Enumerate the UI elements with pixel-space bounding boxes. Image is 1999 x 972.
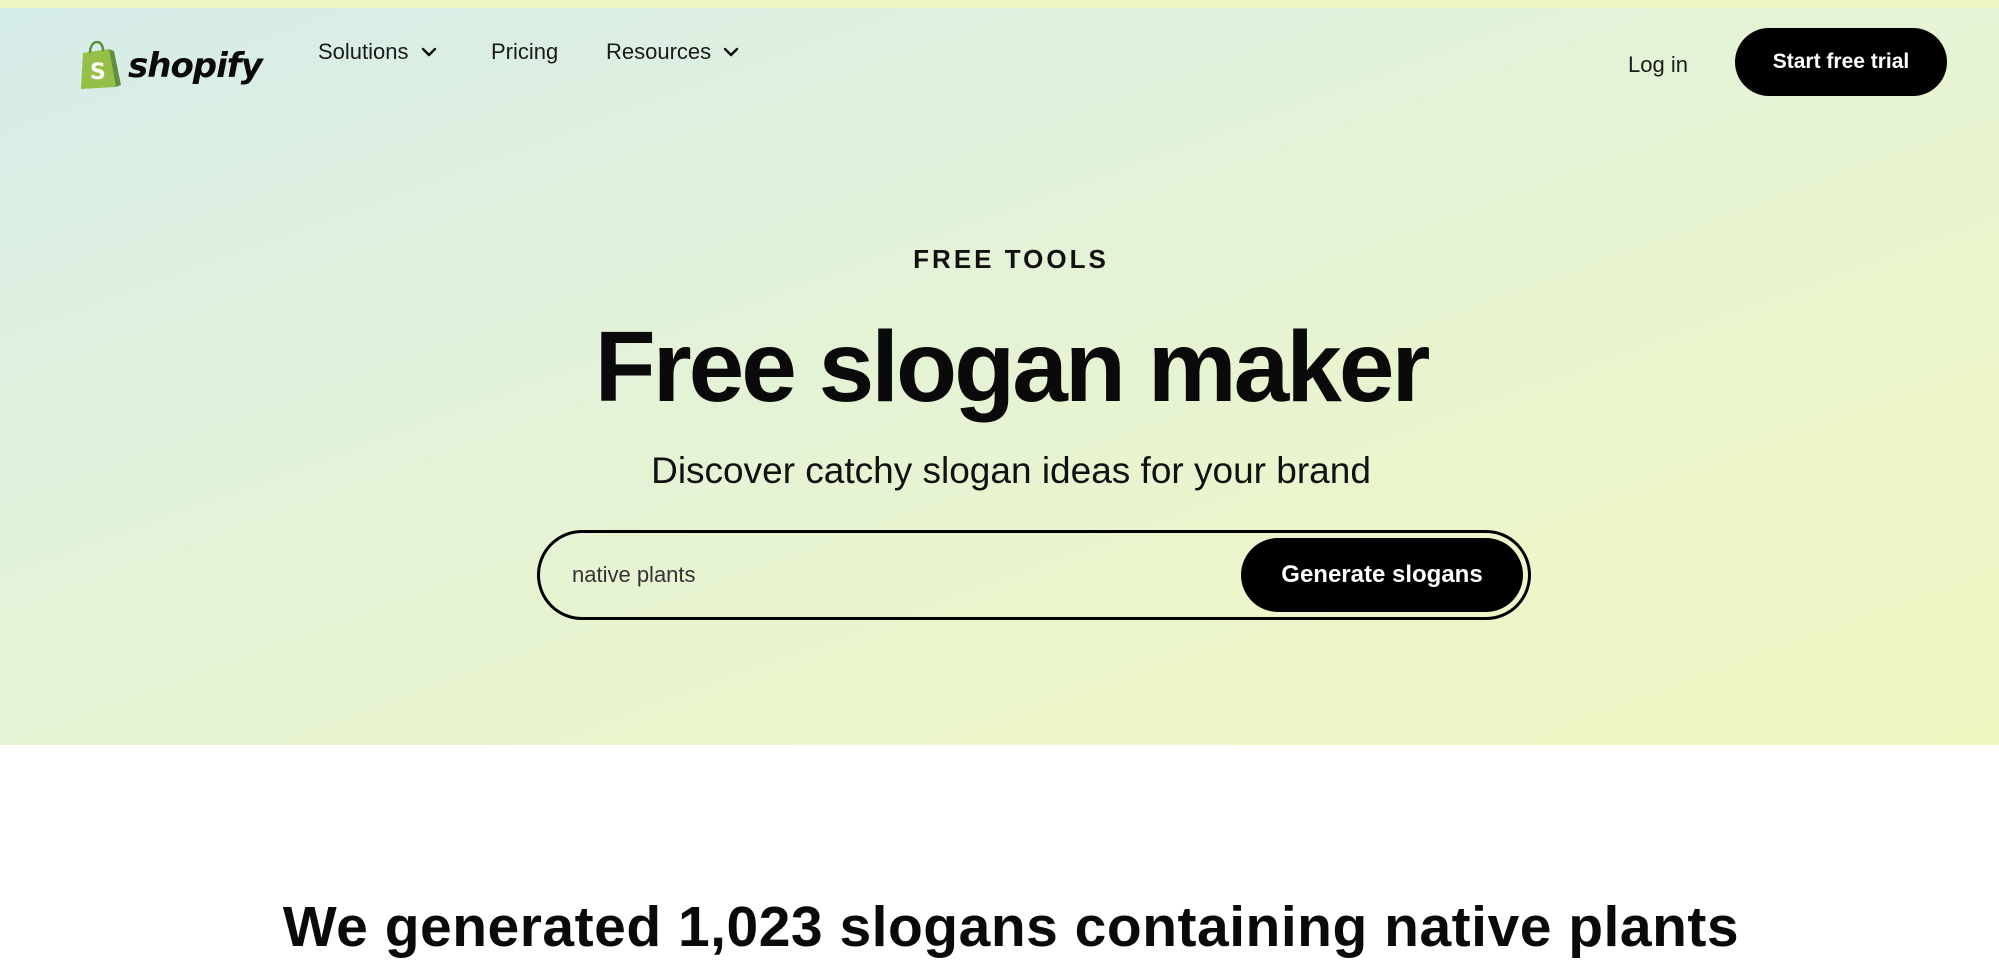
eyebrow-label: FREE TOOLS (913, 244, 1109, 274)
hero-section: S shopify Solutions Pricing Resources Lo… (0, 8, 1999, 745)
nav-resources-label: Resources (606, 39, 712, 64)
chevron-down-icon (421, 47, 437, 57)
nav-pricing-label: Pricing (491, 39, 559, 64)
nav-solutions[interactable]: Solutions (318, 39, 437, 65)
login-link[interactable]: Log in (1628, 52, 1688, 78)
shopify-logo[interactable]: S shopify (76, 40, 263, 92)
start-free-trial-button[interactable]: Start free trial (1735, 28, 1947, 96)
page-subtitle: Discover catchy slogan ideas for your br… (651, 450, 1371, 491)
nav-resources[interactable]: Resources (606, 39, 739, 65)
search-input[interactable] (572, 533, 1172, 617)
slogan-search-form: Generate slogans (537, 530, 1531, 620)
nav-solutions-label: Solutions (318, 39, 409, 64)
page-title: Free slogan maker (594, 311, 1431, 423)
shopping-bag-icon: S (76, 41, 122, 91)
top-strip (0, 0, 1999, 8)
logo-wordmark: shopify (128, 46, 263, 86)
chevron-down-icon (723, 47, 739, 57)
results-heading: We generated 1,023 slogans containing na… (282, 895, 1740, 959)
nav-pricing[interactable]: Pricing (491, 39, 558, 65)
generate-slogans-button[interactable]: Generate slogans (1241, 538, 1523, 612)
svg-text:S: S (90, 60, 106, 85)
